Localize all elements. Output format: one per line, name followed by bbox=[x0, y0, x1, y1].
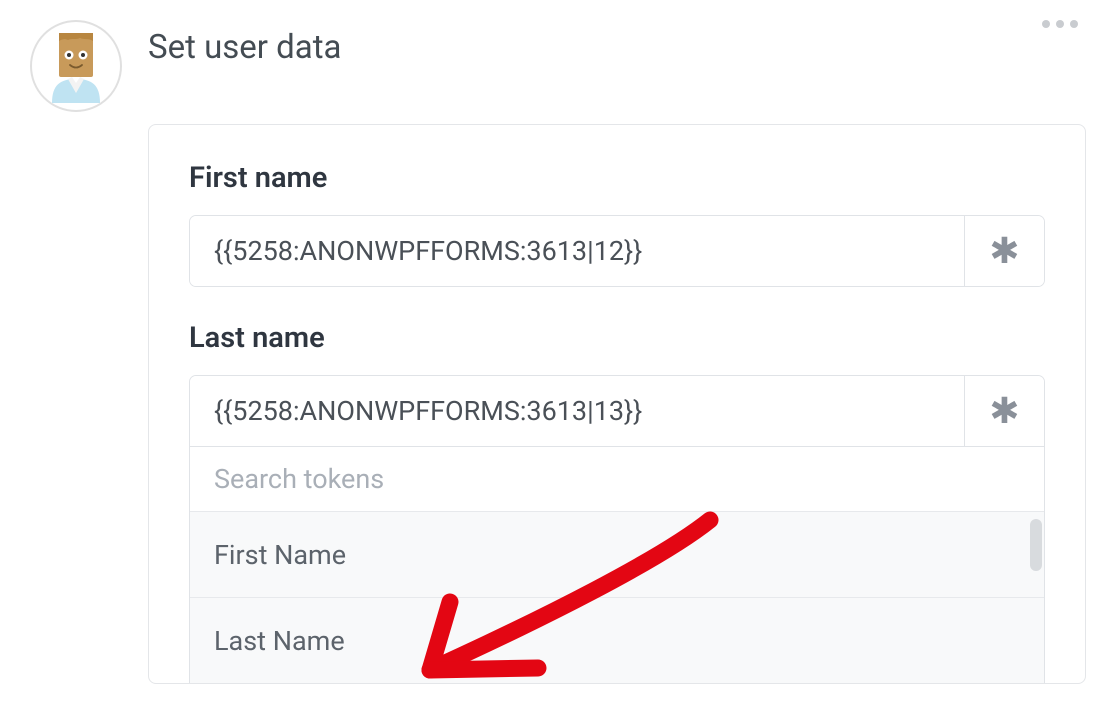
field-last-name: Last name {{5258:ANONWPFFORMS:3613|13}} … bbox=[189, 321, 1045, 683]
asterisk-icon: ✱ bbox=[989, 393, 1019, 429]
last-name-input[interactable]: {{5258:ANONWPFFORMS:3613|13}} bbox=[190, 376, 964, 446]
token-dropdown: First Name Last Name bbox=[189, 447, 1045, 683]
page-title: Set user data bbox=[148, 28, 1086, 67]
token-option[interactable]: Last Name bbox=[190, 597, 1044, 683]
token-picker-button[interactable]: ✱ bbox=[964, 216, 1044, 286]
avatar bbox=[30, 20, 122, 112]
first-name-input[interactable]: {{5258:ANONWPFFORMS:3613|12}} bbox=[190, 216, 964, 286]
form-card: First name {{5258:ANONWPFFORMS:3613|12}}… bbox=[148, 124, 1086, 684]
field-first-name: First name {{5258:ANONWPFFORMS:3613|12}}… bbox=[189, 161, 1045, 287]
asterisk-icon: ✱ bbox=[989, 233, 1019, 269]
first-name-label: First name bbox=[189, 161, 1045, 195]
last-name-label: Last name bbox=[189, 321, 1045, 355]
more-options-button[interactable] bbox=[1042, 20, 1078, 28]
scrollbar-thumb[interactable] bbox=[1030, 519, 1042, 571]
token-search-input[interactable] bbox=[214, 463, 1020, 495]
token-picker-button[interactable]: ✱ bbox=[964, 376, 1044, 446]
token-option[interactable]: First Name bbox=[190, 511, 1044, 597]
